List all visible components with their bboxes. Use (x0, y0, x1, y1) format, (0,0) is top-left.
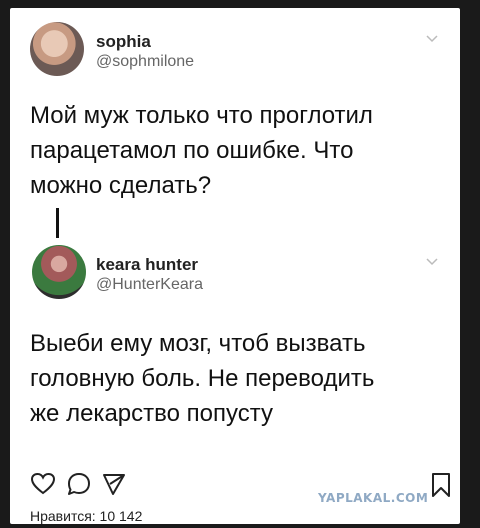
avatar[interactable] (32, 245, 86, 299)
post-card: sophia @sophmilone Мой муж только что пр… (10, 8, 460, 524)
chevron-down-icon[interactable] (426, 35, 438, 43)
author-name[interactable]: sophia (96, 32, 151, 52)
heart-icon[interactable] (30, 472, 56, 496)
send-icon[interactable] (102, 472, 126, 496)
tweet-line: парацетамол по ошибке. Что (30, 137, 354, 164)
author-name[interactable]: keara hunter (96, 255, 198, 275)
likes-count[interactable]: Нравится: 10 142 (30, 508, 142, 524)
bookmark-icon[interactable] (430, 472, 452, 498)
tweet-text: Выеби ему мозг, чтоб вызвать головную бо… (30, 326, 430, 431)
tweet-line: же лекарство попусту (30, 400, 273, 427)
comment-icon[interactable] (66, 472, 92, 496)
tweet-line: Выеби ему мозг, чтоб вызвать (30, 330, 366, 357)
tweet-line: можно сделать? (30, 172, 212, 199)
author-handle[interactable]: @sophmilone (96, 53, 194, 71)
avatar[interactable] (30, 22, 84, 76)
tweet-line: Мой муж только что проглотил (30, 102, 373, 129)
thread-connector (56, 208, 59, 238)
watermark: YAPLAKAL.COM (318, 491, 429, 505)
author-handle[interactable]: @HunterKeara (96, 276, 203, 294)
chevron-down-icon[interactable] (426, 258, 438, 266)
tweet-text: Мой муж только что проглотил парацетамол… (30, 98, 430, 203)
tweet-line: головную боль. Не переводить (30, 365, 375, 392)
